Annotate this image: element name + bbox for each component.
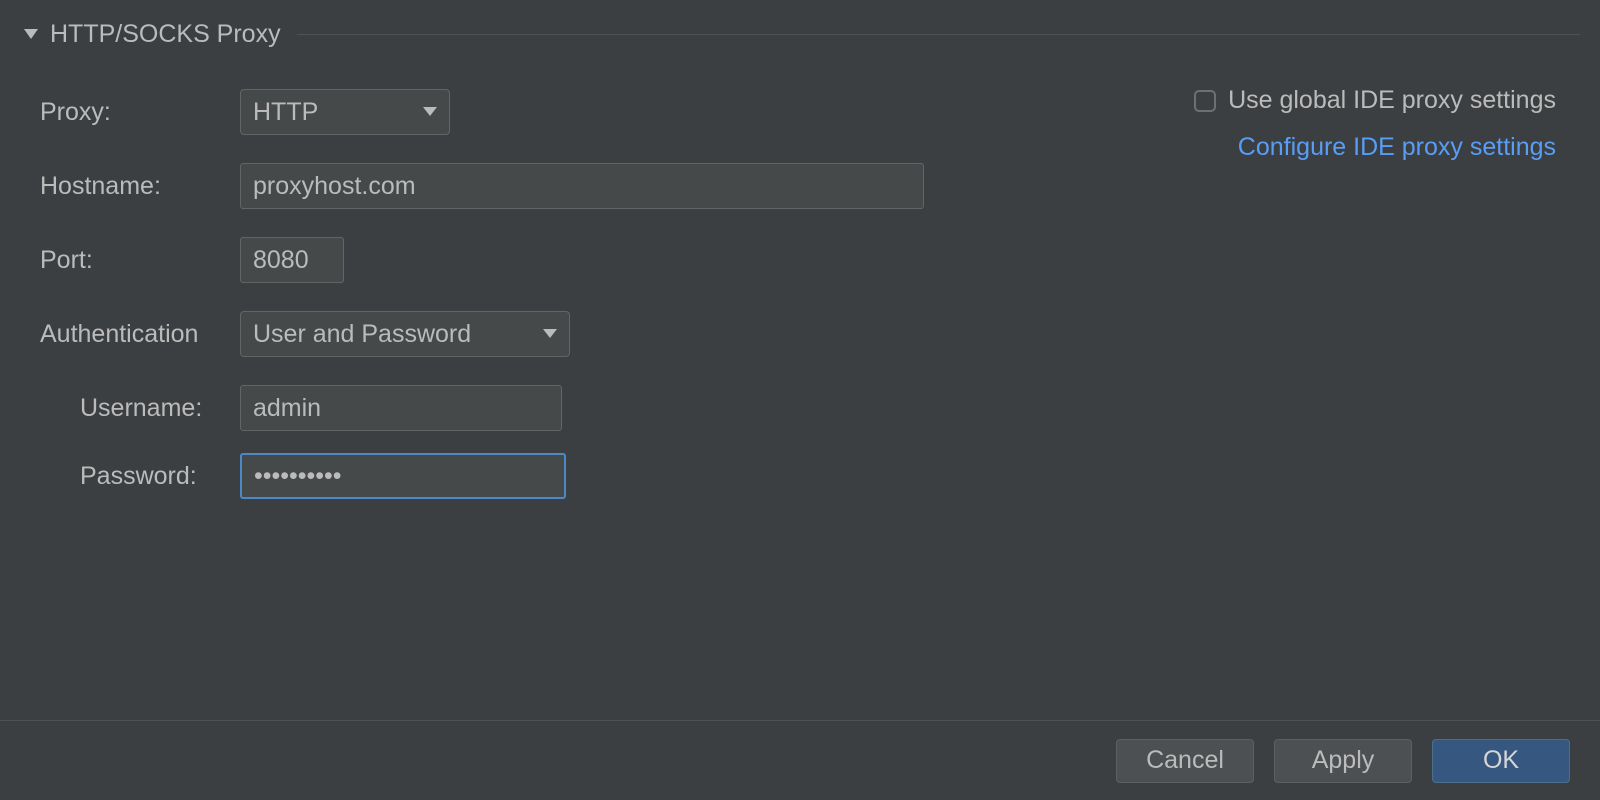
proxy-type-value: HTTP — [253, 98, 318, 127]
ok-button[interactable]: OK — [1432, 739, 1570, 783]
apply-button[interactable]: Apply — [1274, 739, 1412, 783]
section-header[interactable]: HTTP/SOCKS Proxy — [0, 0, 1600, 59]
button-bar: Cancel Apply OK — [0, 720, 1600, 800]
username-label: Username: — [40, 394, 240, 423]
apply-button-label: Apply — [1312, 746, 1375, 775]
port-input[interactable] — [240, 237, 344, 283]
chevron-down-icon — [423, 107, 437, 117]
authentication-label: Authentication — [40, 320, 240, 349]
form-area: Proxy: HTTP Hostname: Port: Authenticati… — [0, 59, 1600, 499]
authentication-value: User and Password — [253, 320, 471, 349]
ok-button-label: OK — [1483, 746, 1519, 775]
username-input[interactable] — [240, 385, 562, 431]
hostname-input[interactable] — [240, 163, 924, 209]
password-input[interactable] — [240, 453, 566, 499]
password-label: Password: — [40, 462, 240, 491]
section-divider — [297, 34, 1580, 35]
cancel-button-label: Cancel — [1146, 746, 1224, 775]
cancel-button[interactable]: Cancel — [1116, 739, 1254, 783]
section-title: HTTP/SOCKS Proxy — [50, 20, 281, 49]
port-label: Port: — [40, 246, 240, 275]
proxy-label: Proxy: — [40, 98, 240, 127]
authentication-select[interactable]: User and Password — [240, 311, 570, 357]
proxy-type-select[interactable]: HTTP — [240, 89, 450, 135]
proxy-settings-panel: HTTP/SOCKS Proxy Use global IDE proxy se… — [0, 0, 1600, 800]
chevron-down-icon — [543, 329, 557, 339]
hostname-label: Hostname: — [40, 172, 240, 201]
collapse-arrow-icon[interactable] — [24, 29, 38, 41]
